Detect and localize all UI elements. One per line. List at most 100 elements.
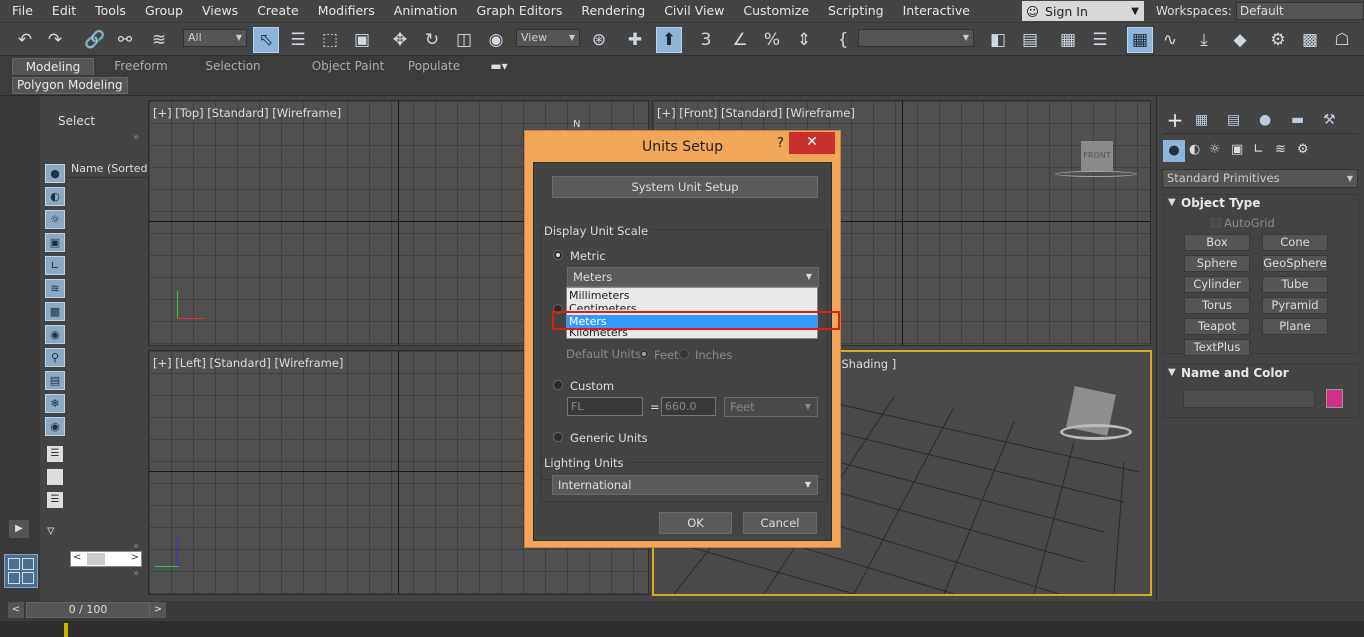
menu-animation[interactable]: Animation <box>382 1 465 21</box>
tab-modeling[interactable]: Modeling <box>12 58 94 75</box>
collapse-icon[interactable]: ▼ <box>1168 367 1176 378</box>
shapes-icon[interactable]: ◐ <box>1189 142 1200 157</box>
bind-space-warp-icon[interactable]: ≋ <box>146 27 172 53</box>
object-color-swatch[interactable] <box>1326 389 1343 408</box>
named-selection-icon[interactable]: { <box>830 27 856 53</box>
filter-icon[interactable]: ▿ <box>47 521 55 539</box>
undo-icon[interactable]: ↶ <box>12 27 38 53</box>
expand-icon[interactable]: » <box>133 132 139 143</box>
display-lights-icon[interactable]: ☼ <box>45 210 65 229</box>
menu-modifiers[interactable]: Modifiers <box>306 1 382 21</box>
keyboard-shortcut-override-icon[interactable]: ⬆ <box>656 27 682 53</box>
display-bones-icon[interactable]: ⚲ <box>45 348 65 367</box>
display-xrefs-icon[interactable]: ◉ <box>45 325 65 344</box>
viewcube-ring[interactable] <box>1055 171 1137 177</box>
modify-tab-icon[interactable]: ▦ <box>1195 112 1208 128</box>
render-setup-icon[interactable]: ⚙ <box>1265 27 1291 53</box>
menu-civil-view[interactable]: Civil View <box>652 1 731 21</box>
viewport-label[interactable]: [+] [Left] [Standard] [Wireframe] <box>153 356 343 370</box>
pyramid-button[interactable]: Pyramid <box>1262 297 1328 314</box>
cameras-icon[interactable]: ▣ <box>1231 142 1243 157</box>
viewport-label[interactable]: [+] [Front] [Standard] [Wireframe] <box>657 106 855 120</box>
menu-graph-editors[interactable]: Graph Editors <box>465 1 570 21</box>
helpers-icon[interactable]: ∟ <box>1253 142 1264 157</box>
display-particles-icon[interactable]: ❄ <box>45 394 65 413</box>
sphere-button[interactable]: Sphere <box>1184 255 1250 272</box>
named-selection-sets-dropdown[interactable]: ▼ <box>858 29 974 47</box>
layer-icon[interactable] <box>47 469 63 485</box>
lights-icon[interactable]: ☼ <box>1209 142 1221 157</box>
list-icon[interactable]: ☰ <box>47 492 63 508</box>
play-icon[interactable]: ▶ <box>9 520 29 538</box>
custom-value-input[interactable]: 660.0 <box>661 397 716 416</box>
viewcube-ring[interactable] <box>1060 424 1132 440</box>
unlink-icon[interactable]: ⚯ <box>112 27 138 53</box>
display-cameras-icon[interactable]: ▣ <box>45 233 65 252</box>
textplus-button[interactable]: TextPlus <box>1184 339 1250 356</box>
display-containers-icon[interactable]: ▤ <box>45 371 65 390</box>
workspaces-select[interactable]: Default <box>1235 2 1364 20</box>
geosphere-button[interactable]: GeoSphere <box>1262 255 1328 272</box>
metric-radio[interactable] <box>553 250 563 260</box>
percent-snap-icon[interactable]: % <box>759 27 785 53</box>
menu-create[interactable]: Create <box>245 1 306 21</box>
custom-name-input[interactable]: FL <box>567 397 643 416</box>
mirror-icon[interactable]: ◧ <box>985 27 1011 53</box>
create-tab-icon[interactable]: + <box>1163 110 1187 132</box>
object-type-title[interactable]: Object Type <box>1181 196 1260 210</box>
rectangular-selection-icon[interactable]: ⬚ <box>317 27 343 53</box>
curve-editor-icon[interactable]: ∿ <box>1157 27 1183 53</box>
selection-filter-dropdown[interactable]: All ▼ <box>183 29 247 47</box>
default-units-inches-radio[interactable] <box>679 349 689 359</box>
custom-unit-select[interactable]: Feet ▼ <box>724 397 818 417</box>
object-name-input[interactable] <box>1183 389 1315 408</box>
tube-button[interactable]: Tube <box>1262 276 1328 293</box>
display-space-warps-icon[interactable]: ≋ <box>45 279 65 298</box>
render-production-icon[interactable]: ☖ <box>1329 27 1355 53</box>
window-crossing-icon[interactable]: ▣ <box>349 27 375 53</box>
expand-icon[interactable]: » <box>133 541 139 552</box>
material-editor-icon[interactable]: ◆ <box>1227 27 1253 53</box>
menu-views[interactable]: Views <box>190 1 245 21</box>
space-warps-icon[interactable]: ≋ <box>1275 142 1286 157</box>
systems-icon[interactable]: ⚙ <box>1297 142 1309 157</box>
rendered-frame-icon[interactable]: ▩ <box>1297 27 1323 53</box>
rotate-icon[interactable]: ↻ <box>419 27 445 53</box>
teapot-button[interactable]: Teapot <box>1184 318 1250 335</box>
placement-icon[interactable]: ◉ <box>483 27 509 53</box>
menu-file[interactable]: File <box>0 1 40 21</box>
list-icon[interactable]: ☰ <box>47 446 63 462</box>
menu-rendering[interactable]: Rendering <box>569 1 652 21</box>
hierarchy-tab-icon[interactable]: ▤ <box>1227 112 1240 128</box>
cone-button[interactable]: Cone <box>1262 234 1328 251</box>
scroll-thumb[interactable] <box>87 553 105 565</box>
utilities-tab-icon[interactable]: ⚒ <box>1323 112 1336 128</box>
layer-explorer-icon[interactable]: ☰ <box>1087 27 1113 53</box>
ok-button[interactable]: OK <box>659 512 732 534</box>
menu-interactive[interactable]: Interactive <box>891 1 977 21</box>
primitive-category-dropdown[interactable]: Standard Primitives ▼ <box>1162 169 1358 188</box>
menu-customize[interactable]: Customize <box>731 1 816 21</box>
menu-scripting[interactable]: Scripting <box>816 1 891 21</box>
toggle-ribbon-icon[interactable]: ▦ <box>1127 27 1153 53</box>
expand-icon[interactable]: » <box>133 568 139 579</box>
reference-coord-dropdown[interactable]: View ▼ <box>516 29 580 47</box>
autogrid-checkbox[interactable] <box>1211 218 1221 228</box>
angle-snap-icon[interactable]: ∠ <box>727 27 753 53</box>
cylinder-button[interactable]: Cylinder <box>1184 276 1250 293</box>
tab-selection[interactable]: Selection <box>192 58 274 75</box>
help-icon[interactable]: ? <box>777 136 784 151</box>
schematic-view-icon[interactable]: ⤓ <box>1191 27 1217 53</box>
tab-object-paint[interactable]: Object Paint <box>290 58 406 75</box>
select-object-icon[interactable]: ⬁ <box>253 27 279 53</box>
menu-edit[interactable]: Edit <box>40 1 83 21</box>
viewcube-front[interactable]: FRONT <box>1081 141 1113 171</box>
align-icon[interactable]: ▤ <box>1017 27 1043 53</box>
name-column-header[interactable]: Name (Sorted A <box>68 160 148 178</box>
default-units-feet-radio[interactable] <box>639 349 649 359</box>
link-icon[interactable]: 🔗 <box>82 27 108 53</box>
spinner-snap-icon[interactable]: ⇕ <box>791 27 817 53</box>
motion-tab-icon[interactable]: ● <box>1259 112 1271 128</box>
sign-in-button[interactable]: ☺ Sign In ▼ <box>1022 1 1144 21</box>
track-bar[interactable] <box>0 621 1364 637</box>
